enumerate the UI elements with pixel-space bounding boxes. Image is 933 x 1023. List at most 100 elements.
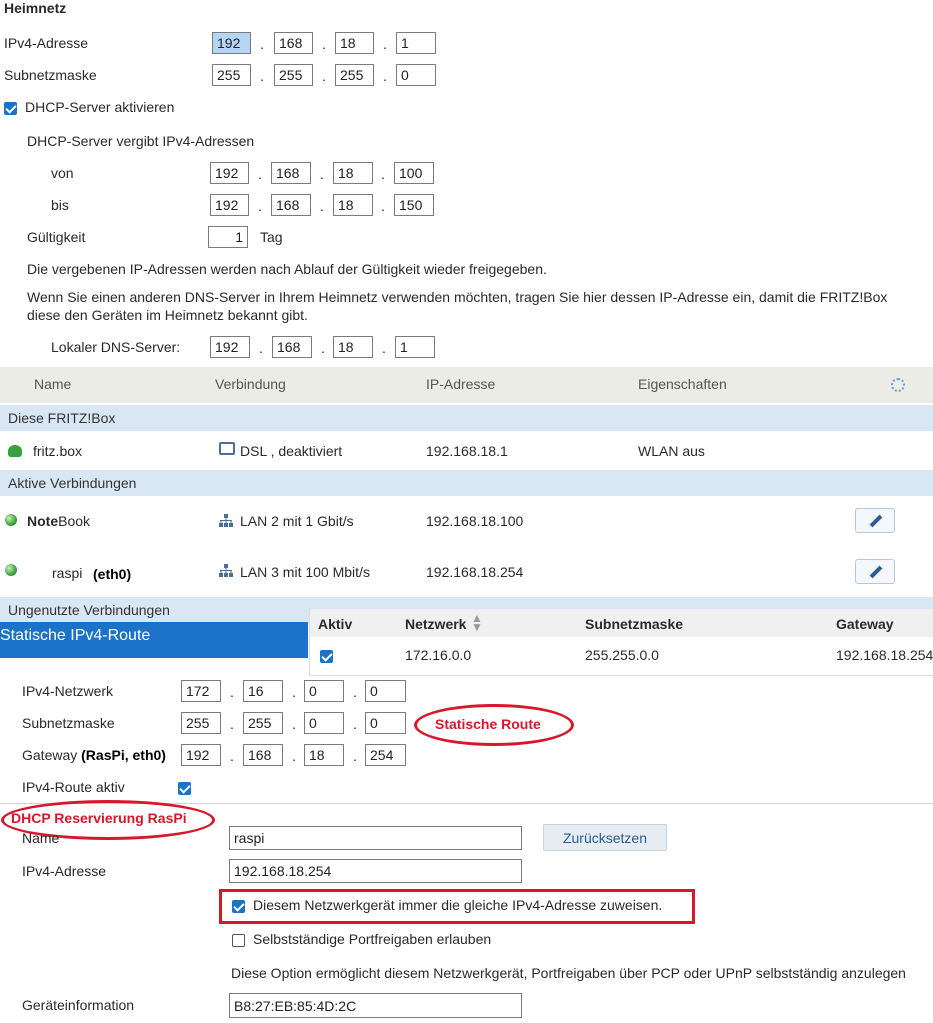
reservation-ipv4-input[interactable] — [229, 859, 522, 883]
von-octet-1[interactable] — [210, 162, 249, 184]
dns-octet-2[interactable] — [272, 336, 312, 358]
von-octet-4[interactable] — [394, 162, 434, 184]
col-header-network[interactable]: Netzwerk — [405, 616, 466, 632]
routes-table: Aktiv Netzwerk ▲ ▼ Subnetzmaske Gateway 1… — [309, 609, 933, 676]
device-name-input[interactable] — [229, 826, 522, 850]
table-row: 172.16.0.0 255.255.0.0 192.168.18.254 — [310, 639, 933, 673]
device-info-input[interactable] — [229, 993, 522, 1018]
portfwd-label: Selbstständige Portfreigaben erlauben — [253, 931, 492, 947]
dot: . — [383, 68, 387, 84]
validity-input[interactable] — [208, 226, 248, 248]
route-subnet-octet-1[interactable] — [181, 712, 221, 734]
route-network-octet-3[interactable] — [304, 680, 344, 702]
gateway-note: (RasPi, eth0) — [81, 747, 166, 763]
dot: . — [258, 198, 262, 214]
ipv4-octet-2[interactable] — [274, 32, 313, 54]
validity-unit: Tag — [260, 229, 283, 245]
dot: . — [292, 684, 296, 700]
subnet-octet-1[interactable] — [212, 64, 251, 86]
col-header-name[interactable]: Name — [34, 376, 71, 392]
dot: . — [381, 166, 385, 182]
device-ip: 192.168.18.254 — [426, 564, 524, 580]
bis-octet-3[interactable] — [333, 194, 373, 216]
device-name: NoteBook — [27, 513, 90, 529]
refresh-spinner-icon[interactable] — [891, 378, 905, 392]
bis-octet-4[interactable] — [394, 194, 434, 216]
route-network-octet-4[interactable] — [365, 680, 406, 702]
reset-button[interactable]: Zurücksetzen — [543, 824, 667, 851]
route-network-octet-2[interactable] — [243, 680, 283, 702]
von-octet-3[interactable] — [333, 162, 373, 184]
route-active-form-checkbox[interactable] — [178, 782, 191, 795]
von-octet-2[interactable] — [271, 162, 311, 184]
route-network: 172.16.0.0 — [405, 647, 472, 663]
subnet-octet-2[interactable] — [274, 64, 313, 86]
route-active-checkbox[interactable] — [320, 650, 333, 663]
dot: . — [230, 748, 234, 764]
device-ip: 192.168.18.100 — [426, 513, 524, 529]
dot: . — [258, 166, 262, 182]
col-header-subnet[interactable]: Subnetzmaske — [585, 616, 683, 632]
edit-button-notebook[interactable] — [855, 508, 895, 533]
ipv4-octet-1[interactable] — [212, 32, 251, 54]
device-name-annotation: (eth0) — [93, 566, 132, 582]
dns-info-text-2: diese den Geräten im Heimnetz bekannt gi… — [27, 307, 308, 323]
sort-arrows-icon[interactable]: ▲ ▼ — [471, 612, 483, 633]
device-info-label: Geräteinformation — [22, 997, 135, 1013]
bis-label: bis — [51, 197, 69, 213]
subnet-octet-4[interactable] — [396, 64, 436, 86]
dhcp-info-text: Die vergebenen IP-Adressen werden nach A… — [27, 261, 547, 277]
bis-octet-1[interactable] — [210, 194, 249, 216]
dhcp-enable-checkbox[interactable] — [4, 102, 17, 115]
route-gateway-octet-2[interactable] — [243, 744, 283, 766]
route-network-octet-1[interactable] — [181, 680, 221, 702]
static-route-title: Statische IPv4-Route — [0, 627, 151, 644]
dot: . — [353, 684, 357, 700]
gateway-label-text: Gateway — [22, 747, 78, 763]
dns-octet-3[interactable] — [333, 336, 373, 358]
device-properties: WLAN aus — [638, 443, 705, 459]
name-label: Name — [22, 830, 60, 846]
col-header-ip[interactable]: IP-Adresse — [426, 376, 495, 392]
dot: . — [230, 716, 234, 732]
dns-octet-4[interactable] — [395, 336, 435, 358]
dhcp-enable-label: DHCP-Server aktivieren — [25, 99, 175, 115]
device-name: fritz.box — [33, 443, 83, 459]
route-subnet-octet-2[interactable] — [243, 712, 283, 734]
dot: . — [260, 36, 264, 52]
edit-button-raspi[interactable] — [855, 559, 895, 584]
lan-icon — [219, 564, 233, 577]
ipv4-octet-3[interactable] — [335, 32, 374, 54]
col-header-gateway[interactable]: Gateway — [836, 616, 894, 632]
ipv4-octet-4[interactable] — [396, 32, 436, 54]
dot: . — [230, 684, 234, 700]
dns-info-text-1: Wenn Sie einen anderen DNS-Server in Ihr… — [27, 289, 888, 305]
device-name-bold: Note — [27, 513, 59, 529]
annotation-dhcp-reservation: DHCP Reservierung RasPi — [11, 810, 187, 826]
route-subnet-label: Subnetzmaske — [22, 715, 115, 731]
subnet-label: Subnetzmaske — [4, 67, 97, 83]
bis-octet-2[interactable] — [271, 194, 311, 216]
route-gateway-octet-4[interactable] — [365, 744, 406, 766]
col-header-properties[interactable]: Eigenschaften — [638, 376, 727, 392]
dot: . — [381, 198, 385, 214]
subnet-octet-3[interactable] — [335, 64, 374, 86]
col-header-active[interactable]: Aktiv — [318, 616, 352, 632]
route-subnet-octet-3[interactable] — [304, 712, 344, 734]
dns-label: Lokaler DNS-Server: — [51, 339, 181, 355]
route-gateway-octet-3[interactable] — [304, 744, 344, 766]
route-subnet-octet-4[interactable] — [365, 712, 406, 734]
col-header-connection[interactable]: Verbindung — [215, 376, 286, 392]
section-label: Ungenutzte Verbindungen — [8, 602, 170, 618]
section-active-connections: Aktive Verbindungen — [0, 470, 933, 496]
reservation-ipv4-label: IPv4-Adresse — [22, 863, 107, 879]
section-this-fritzbox: Diese FRITZ!Box — [0, 405, 933, 431]
ipv4-label: IPv4-Adresse — [4, 35, 89, 51]
dns-octet-1[interactable] — [210, 336, 250, 358]
dot: . — [322, 68, 326, 84]
always-same-ip-checkbox[interactable] — [232, 900, 245, 913]
portfwd-checkbox[interactable] — [232, 934, 245, 947]
device-connection: LAN 2 mit 1 Gbit/s — [240, 513, 354, 529]
route-gateway-octet-1[interactable] — [181, 744, 221, 766]
pencil-icon — [869, 565, 883, 579]
